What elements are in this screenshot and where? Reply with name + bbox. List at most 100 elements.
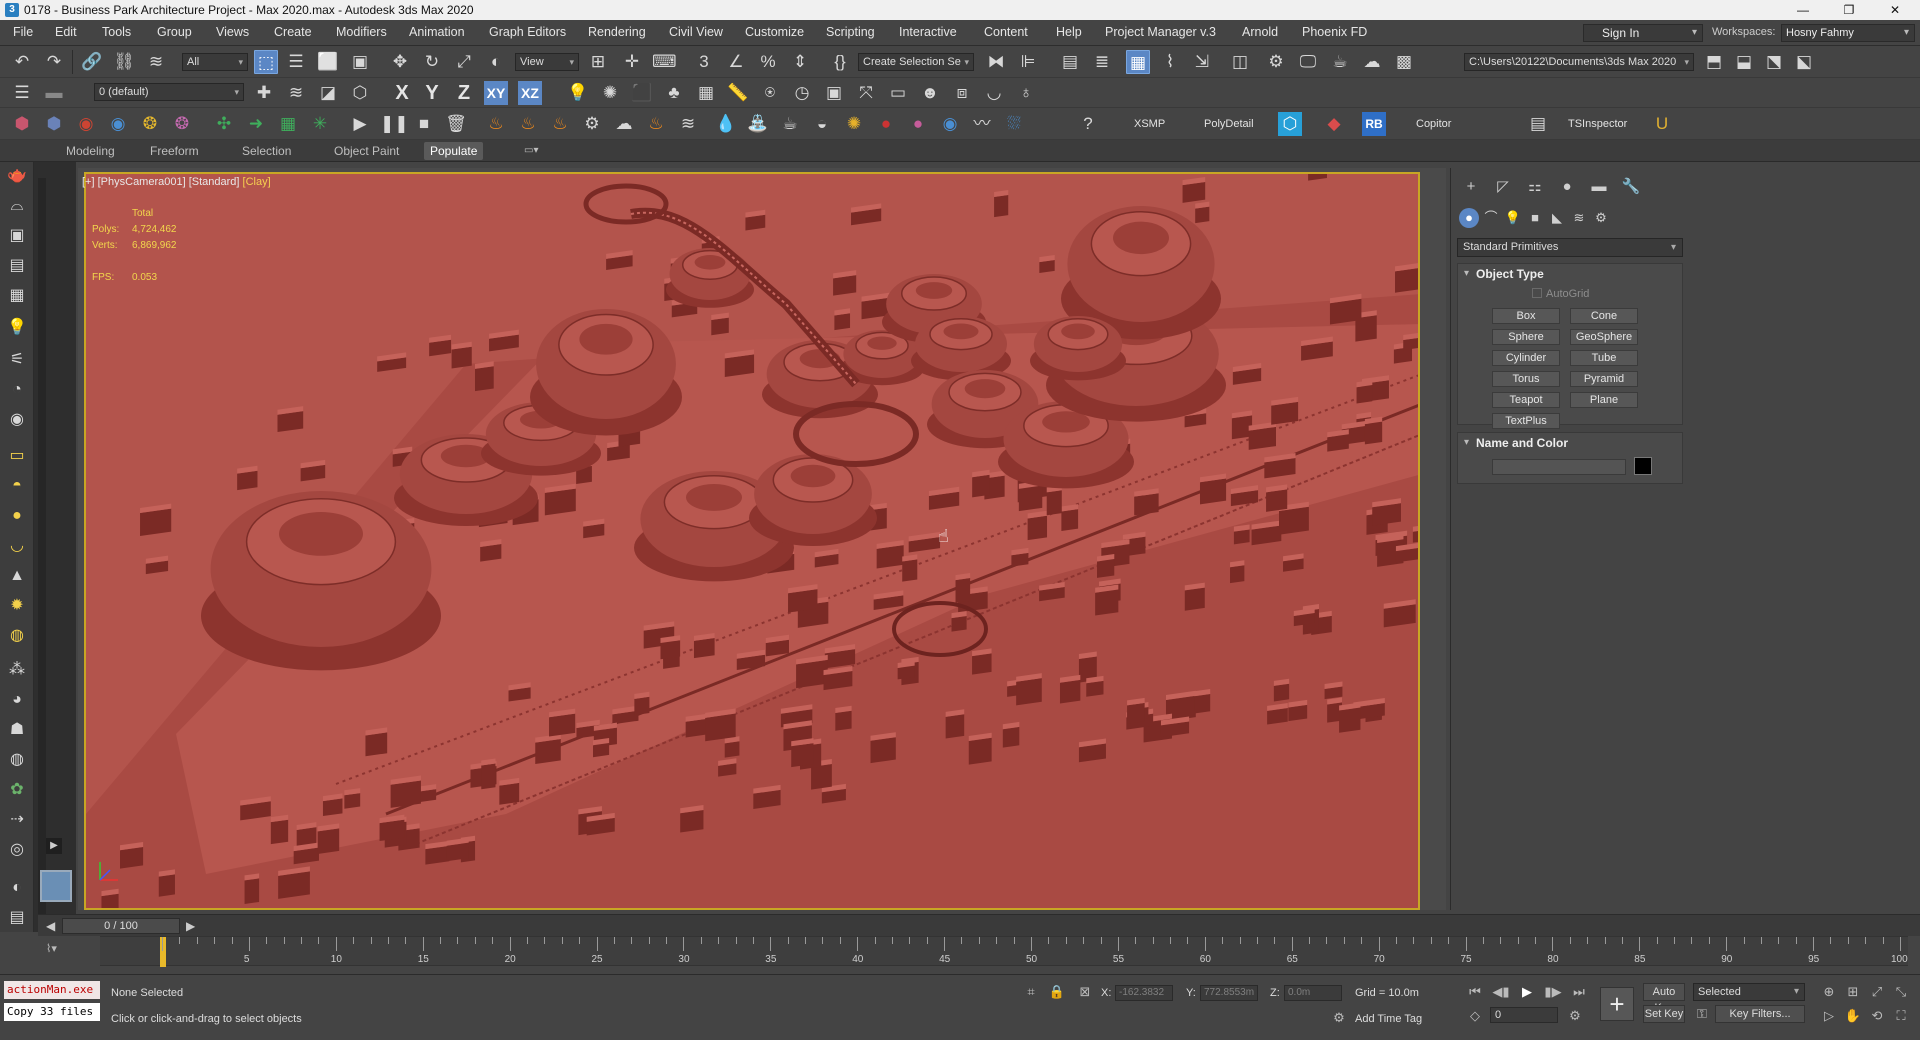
simulator-icon[interactable]: ⚙ <box>580 112 604 136</box>
axis-z-button[interactable]: Z <box>452 81 476 105</box>
curve-editor-icon[interactable]: ⌇ <box>1158 50 1182 74</box>
sun-yellow-icon[interactable]: ✹ <box>5 594 29 618</box>
light-icon[interactable]: 💡 <box>566 81 590 105</box>
axis-xy-button[interactable]: XY <box>484 81 508 105</box>
lights-category-icon[interactable]: 💡 <box>1503 208 1523 228</box>
keyboard-shortcut-toggle-icon[interactable]: ⌨ <box>652 50 677 74</box>
pour-icon[interactable]: ⛲ <box>746 112 770 136</box>
add-time-tag-button[interactable]: Add Time Tag <box>1355 1013 1422 1025</box>
globe-icon[interactable]: ◍ <box>5 748 29 772</box>
viewport-standard-menu[interactable]: [Standard] <box>189 176 240 188</box>
set-key-button[interactable]: Set Key <box>1643 1005 1685 1023</box>
menu-phoenix-fd[interactable]: Phoenix FD <box>1302 25 1367 39</box>
orbit-icon[interactable]: ⟲ <box>1868 1007 1886 1025</box>
hierarchy-icon[interactable]: ⚟ <box>5 348 29 372</box>
place-icon[interactable]: ◐ <box>484 50 508 74</box>
edit-named-selection-icon[interactable]: {} <box>828 50 852 74</box>
cone-icon[interactable]: ▲ <box>5 564 29 588</box>
viewport-label[interactable]: [+] [PhysCamera001] [Standard] [Clay] <box>82 176 271 188</box>
menu-interactive[interactable]: Interactive <box>899 25 957 39</box>
select-object-icon[interactable]: ⬚ <box>254 50 278 74</box>
helpers-category-icon[interactable]: ◣ <box>1547 208 1567 228</box>
play-icon[interactable]: ▶ <box>348 112 372 136</box>
menu-civil-view[interactable]: Civil View <box>669 25 723 39</box>
object-color-swatch[interactable] <box>1634 457 1652 475</box>
mini-curve-editor-icon[interactable]: ⌇▾ <box>46 942 72 960</box>
display-tab-icon[interactable]: ▬ <box>1587 176 1611 198</box>
workspace-select[interactable]: Hosny Fahmy <box>1781 24 1915 42</box>
link-icon[interactable]: 🔗 <box>80 50 104 74</box>
set-key-big-icon[interactable]: + <box>1600 987 1634 1021</box>
pool-icon[interactable]: ⛆ <box>1002 112 1026 136</box>
go-to-end-icon[interactable]: ⏭ <box>1570 983 1588 1001</box>
axis-x-button[interactable]: X <box>390 81 414 105</box>
current-layer-select[interactable]: 0 (default) <box>94 83 244 101</box>
fire-source-icon[interactable]: ♨ <box>548 112 572 136</box>
copitor-button[interactable]: Copitor <box>1416 118 1451 130</box>
percent-snap-icon[interactable]: % <box>756 50 780 74</box>
yellow-splash-icon[interactable]: ✺ <box>842 112 866 136</box>
u-plugin-icon[interactable]: U <box>1650 112 1674 136</box>
scale-icon[interactable]: ⤢ <box>452 50 476 74</box>
lamp-icon[interactable]: ⍟ <box>758 81 782 105</box>
camera-viewport[interactable] <box>84 172 1420 910</box>
camera-icon[interactable]: ⬛ <box>630 81 654 105</box>
green-gizmo-icon[interactable]: ✣ <box>212 112 236 136</box>
window-crossing-icon[interactable]: ▣ <box>348 50 372 74</box>
help-icon[interactable]: ? <box>1076 112 1100 136</box>
project-toolbar-icon[interactable]: ⬔ <box>1762 50 1786 74</box>
systems-category-icon[interactable]: ⚙ <box>1591 208 1611 228</box>
menu-create[interactable]: Create <box>274 25 312 39</box>
viewport-shading-menu[interactable]: [Clay] <box>243 176 271 188</box>
spiral-icon[interactable]: ◎ <box>5 838 29 862</box>
geosphere-button[interactable]: GeoSphere <box>1570 329 1638 345</box>
select-manipulate-icon[interactable]: ✛ <box>620 50 644 74</box>
pivot-center-icon[interactable]: ⊞ <box>586 50 610 74</box>
track-bar[interactable]: ⌇▾ 5 10 15 20 25 30 35 40 45 50 55 60 65 70 75 80 85 90 95… <box>38 936 1920 974</box>
axis-xz-button[interactable]: XZ <box>518 81 542 105</box>
sphere-button[interactable]: Sphere <box>1492 329 1560 345</box>
viewport-layout-thumbnail[interactable] <box>40 870 72 902</box>
align-icon[interactable]: ⊫ <box>1016 50 1040 74</box>
shapes-category-icon[interactable]: ⌒ <box>1481 208 1501 228</box>
people-icon[interactable]: ☻ <box>918 81 942 105</box>
set-project-folder-icon[interactable]: ⬒ <box>1702 50 1726 74</box>
object-name-field[interactable] <box>1492 459 1626 475</box>
plane-button[interactable]: Plane <box>1570 392 1638 408</box>
cup-icon[interactable]: ☕ <box>778 112 802 136</box>
reference-coordinate-select[interactable]: View <box>515 53 579 71</box>
tree-icon[interactable]: ♣ <box>662 81 686 105</box>
menu-content[interactable]: Content <box>984 25 1028 39</box>
teapot-button[interactable]: Teapot <box>1492 392 1560 408</box>
grid-icon[interactable]: ▦ <box>694 81 718 105</box>
motion-icon[interactable]: ◔ <box>5 378 29 402</box>
table-icon[interactable]: ▦ <box>5 284 29 308</box>
geometry-category-icon[interactable]: ● <box>1459 208 1479 228</box>
torus-button[interactable]: Torus <box>1492 371 1560 387</box>
key-filters-button[interactable]: Key Filters... <box>1715 1005 1805 1023</box>
modify-icon[interactable]: ▤ <box>5 254 29 278</box>
key-mode-toggle-icon[interactable]: ⚿ <box>1693 1005 1711 1023</box>
menu-customize[interactable]: Customize <box>745 25 804 39</box>
viewport-camera-menu[interactable]: [PhysCamera001] <box>98 176 186 188</box>
render-icon[interactable]: ▣ <box>5 224 29 248</box>
render-production-icon[interactable]: ☕ <box>1328 50 1352 74</box>
menu-file[interactable]: File <box>13 25 33 39</box>
render-in-cloud-icon[interactable]: ☁ <box>1360 50 1384 74</box>
tsinspector-icon[interactable]: ▤ <box>1526 112 1550 136</box>
field-of-view-icon[interactable]: ▷ <box>1820 1007 1838 1025</box>
light-bulb-icon[interactable]: 💡 <box>5 316 29 340</box>
time-slider-next-icon[interactable]: ▶ <box>186 919 195 933</box>
sphere-icon[interactable]: ● <box>5 504 29 528</box>
modify-tab-icon[interactable]: ◸ <box>1491 176 1515 198</box>
menu-tools[interactable]: Tools <box>102 25 131 39</box>
cylinder-button[interactable]: Cylinder <box>1492 350 1560 366</box>
time-slider[interactable]: ◀ 0 / 100 ▶ <box>38 914 1920 936</box>
yellow-circles-icon[interactable]: ❂ <box>138 112 162 136</box>
menu-scripting[interactable]: Scripting <box>826 25 875 39</box>
viewport-plus-menu[interactable]: [+] <box>82 176 95 188</box>
layer-explorer-icon[interactable]: ≣ <box>1090 50 1114 74</box>
a360-gallery-icon[interactable]: ▩ <box>1392 50 1416 74</box>
expand-icon[interactable]: ⤧ <box>854 81 878 105</box>
textplus-button[interactable]: TextPlus <box>1492 413 1560 429</box>
